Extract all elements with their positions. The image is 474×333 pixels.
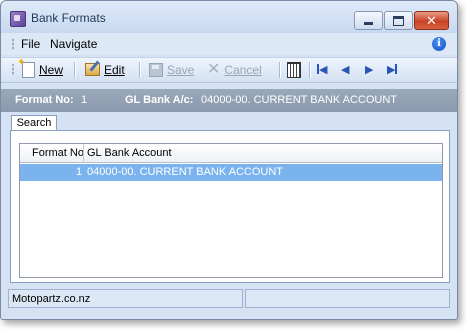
toolbar-separator bbox=[279, 62, 280, 78]
menu-bar: File Navigate bbox=[1, 33, 457, 55]
new-document-icon bbox=[17, 57, 35, 78]
first-record-icon bbox=[317, 64, 319, 74]
cancel-icon: ✕ bbox=[207, 60, 221, 78]
save-button-label: Save bbox=[167, 62, 195, 77]
edit-button-label: Edit bbox=[104, 62, 125, 77]
column-header-gl-bank-account[interactable]: GL Bank Account bbox=[87, 147, 172, 159]
minimize-icon bbox=[364, 22, 373, 25]
close-button[interactable]: ✕ bbox=[414, 11, 449, 30]
record-header: Format No: 1 GL Bank A/c: 04000-00. CURR… bbox=[1, 89, 457, 112]
next-record-icon: ▶ bbox=[365, 64, 374, 76]
maximize-button[interactable] bbox=[384, 11, 413, 30]
new-button-label: New bbox=[39, 62, 64, 77]
status-company: Motopartz.co.nz bbox=[8, 289, 243, 308]
app-icon bbox=[10, 11, 26, 27]
first-record-button[interactable]: ◀ bbox=[317, 63, 327, 77]
edit-button[interactable]: Edit bbox=[85, 60, 125, 79]
window-title: Bank Formats bbox=[31, 11, 106, 25]
minimize-button[interactable] bbox=[354, 11, 383, 30]
column-divider[interactable] bbox=[83, 144, 84, 162]
cell-gl-bank-account: 04000-00. CURRENT BANK ACCOUNT bbox=[87, 166, 284, 178]
close-icon: ✕ bbox=[426, 12, 437, 28]
format-no-label: Format No: bbox=[15, 94, 74, 106]
table-row[interactable]: 1 04000-00. CURRENT BANK ACCOUNT bbox=[20, 164, 442, 181]
gl-bank-label: GL Bank A/c: bbox=[125, 94, 194, 106]
new-button[interactable]: New bbox=[17, 57, 64, 79]
toolbar-separator bbox=[139, 62, 140, 78]
status-panel-empty bbox=[245, 289, 450, 308]
status-bar: Motopartz.co.nz bbox=[1, 287, 457, 317]
column-header-format-no[interactable]: Format No bbox=[32, 147, 84, 159]
grid-header: Format No GL Bank Account bbox=[20, 144, 442, 163]
last-record-button[interactable]: ▶ bbox=[387, 63, 398, 77]
delete-button[interactable] bbox=[287, 60, 301, 79]
edit-icon bbox=[85, 63, 100, 76]
gl-bank-value: 04000-00. CURRENT BANK ACCOUNT bbox=[201, 94, 398, 106]
save-icon bbox=[149, 62, 163, 77]
menu-navigate[interactable]: Navigate bbox=[50, 37, 97, 51]
cancel-button-label: Cancel bbox=[224, 62, 262, 77]
search-tab-panel: Format No GL Bank Account 1 04000-00. CU… bbox=[10, 130, 450, 283]
previous-record-button[interactable]: ◀ bbox=[341, 63, 349, 77]
bank-formats-grid[interactable]: Format No GL Bank Account 1 04000-00. CU… bbox=[19, 143, 443, 278]
last-record-icon: ▶ bbox=[387, 64, 396, 76]
bank-formats-window: Bank Formats ✕ File Navigate i New Edit … bbox=[0, 0, 458, 320]
next-record-button[interactable]: ▶ bbox=[365, 63, 373, 77]
menu-file[interactable]: File bbox=[21, 37, 40, 51]
info-icon[interactable]: i bbox=[432, 37, 446, 51]
maximize-icon bbox=[393, 15, 404, 26]
cancel-button[interactable]: ✕ Cancel bbox=[207, 60, 262, 79]
toolbar-separator bbox=[74, 62, 75, 78]
format-no-value: 1 bbox=[81, 94, 88, 106]
toolbar-grip-icon[interactable] bbox=[12, 63, 14, 75]
cell-format-no: 1 bbox=[76, 166, 83, 178]
menu-grip-icon[interactable] bbox=[12, 38, 14, 50]
toolbar: New Edit Save ✕ Cancel ◀ ◀ ▶ ▶ bbox=[1, 57, 457, 83]
title-bar[interactable]: Bank Formats ✕ bbox=[1, 1, 457, 33]
previous-record-icon: ◀ bbox=[341, 64, 350, 76]
trash-icon bbox=[287, 61, 301, 78]
toolbar-separator bbox=[309, 62, 310, 78]
tab-strip: Search bbox=[1, 113, 457, 132]
save-button[interactable]: Save bbox=[149, 60, 194, 79]
